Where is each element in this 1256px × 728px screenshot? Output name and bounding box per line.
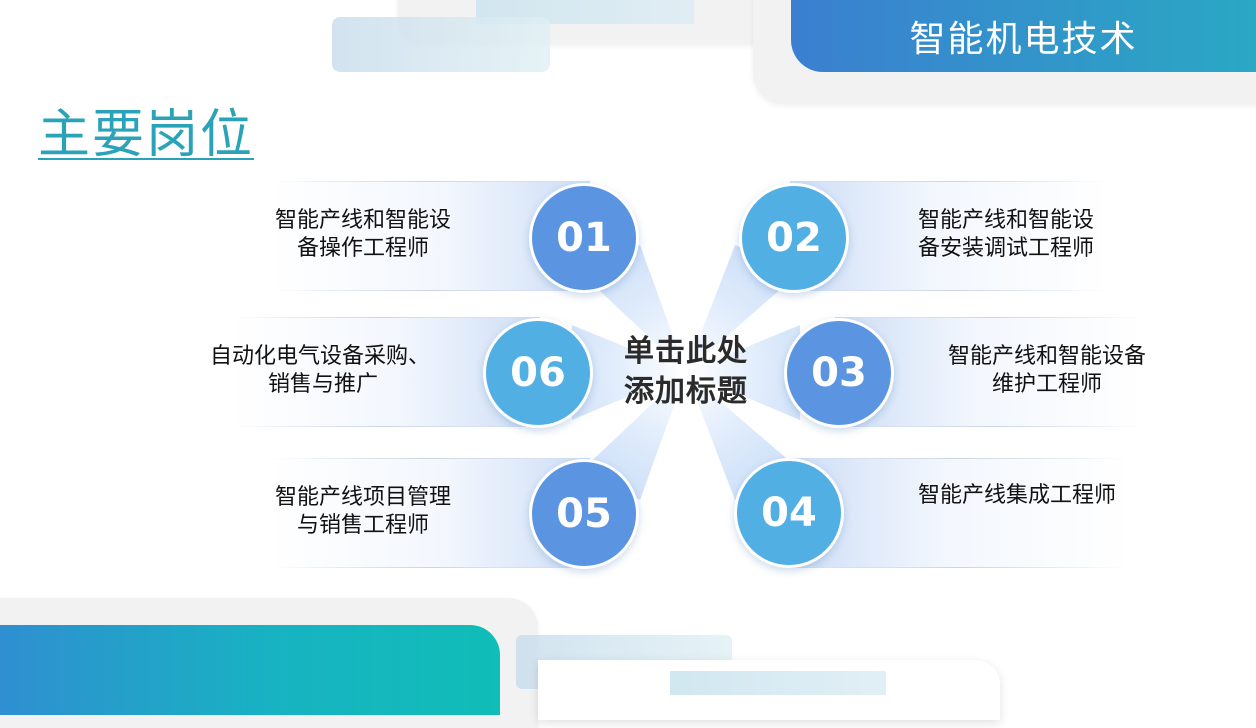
- item-03-text: 智能产线和智能设备 维护工程师: [940, 343, 1154, 399]
- center-title-line1: 单击此处: [624, 334, 748, 369]
- item-05-line1: 智能产线项目管理: [274, 485, 451, 510]
- item-01-line2: 备操作工程师: [296, 236, 429, 261]
- circle-03[interactable]: 03: [784, 318, 894, 428]
- item-06-line1: 自动化电气设备采购、: [210, 344, 431, 369]
- item-06-text: 自动化电气设备采购、 销售与推广: [210, 343, 450, 399]
- item-03-line2: 维护工程师: [991, 372, 1102, 397]
- item-06-line2: 销售与推广: [268, 372, 379, 397]
- center-title-line2: 添加标题: [624, 374, 748, 409]
- item-02-text: 智能产线和智能设 备安装调试工程师: [918, 207, 1118, 263]
- item-01-line1: 智能产线和智能设: [274, 208, 451, 233]
- circle-02[interactable]: 02: [739, 183, 849, 293]
- item-05-line2: 与销售工程师: [296, 513, 429, 538]
- item-04-line1: 智能产线集成工程师: [918, 483, 1117, 508]
- item-02-line1: 智能产线和智能设: [918, 208, 1095, 233]
- item-01-text: 智能产线和智能设 备操作工程师: [268, 207, 458, 263]
- circle-01[interactable]: 01: [529, 183, 639, 293]
- bottom-tint-bar: [670, 671, 886, 695]
- item-05-text: 智能产线项目管理 与销售工程师: [268, 484, 458, 540]
- item-04-text: 智能产线集成工程师: [918, 482, 1148, 510]
- circle-04[interactable]: 04: [734, 458, 844, 568]
- item-03-line1: 智能产线和智能设备: [947, 344, 1146, 369]
- circle-05[interactable]: 05: [529, 459, 639, 569]
- bottom-accent-box: [0, 625, 500, 715]
- item-02-line2: 备安装调试工程师: [918, 236, 1095, 261]
- center-title[interactable]: 单击此处 添加标题: [600, 332, 772, 412]
- circle-06[interactable]: 06: [483, 318, 593, 428]
